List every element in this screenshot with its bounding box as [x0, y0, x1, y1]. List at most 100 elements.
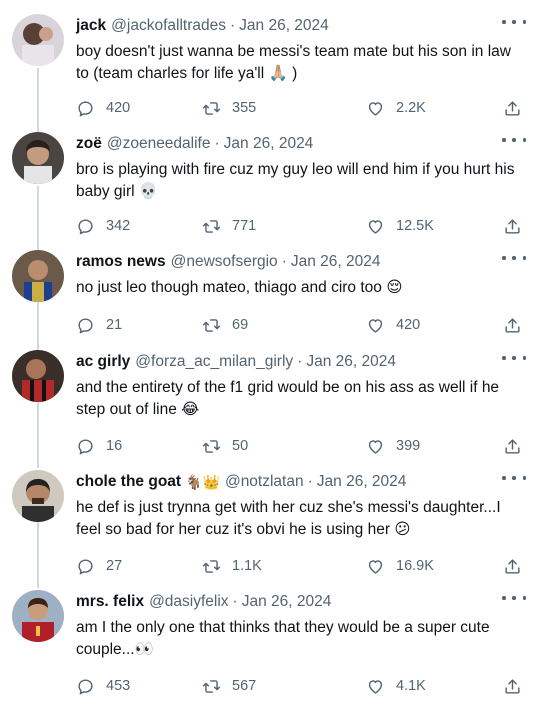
tweet-header: jack @jackofalltrades · Jan 26, 2024 — [76, 14, 329, 38]
more-options-icon[interactable] — [502, 250, 526, 266]
like-button[interactable]: 4.1K — [366, 674, 426, 698]
tweet-date[interactable]: Jan 26, 2024 — [306, 353, 396, 371]
share-button[interactable] — [503, 313, 522, 337]
like-button[interactable]: 399 — [366, 434, 420, 458]
avatar[interactable] — [12, 590, 64, 642]
tweet-date[interactable]: Jan 26, 2024 — [224, 135, 314, 153]
reply-count: 420 — [106, 100, 131, 116]
display-name[interactable]: zoë — [76, 135, 102, 153]
separator: · — [229, 17, 236, 34]
retweet-count: 567 — [232, 678, 257, 694]
tweet-date[interactable]: Jan 26, 2024 — [317, 473, 407, 491]
tweet-date[interactable]: Jan 26, 2024 — [239, 17, 329, 35]
retweet-icon — [202, 101, 221, 115]
like-count: 4.1K — [396, 678, 426, 694]
user-handle[interactable]: @newsofsergio — [171, 253, 278, 271]
user-handle[interactable]: @dasiyfelix — [149, 593, 228, 611]
tweet-header: ramos news @newsofsergio · Jan 26, 2024 — [76, 250, 380, 274]
retweet-button[interactable]: 50 — [202, 434, 248, 458]
more-options-icon[interactable] — [502, 132, 526, 148]
user-handle[interactable]: @zoeneedalife — [107, 135, 211, 153]
tweet-actions: 342 771 12.5K — [76, 214, 526, 238]
more-options-icon[interactable] — [502, 470, 526, 486]
display-name[interactable]: jack — [76, 17, 106, 35]
display-name[interactable]: ac girly — [76, 353, 130, 371]
avatar[interactable] — [12, 132, 64, 184]
like-count: 399 — [396, 438, 421, 454]
more-options-icon[interactable] — [502, 14, 526, 30]
like-button[interactable]: 12.5K — [366, 214, 434, 238]
reply-button[interactable]: 453 — [76, 674, 130, 698]
avatar[interactable] — [12, 250, 64, 302]
retweet-button[interactable]: 771 — [202, 214, 256, 238]
tweet-actions: 21 69 420 — [76, 313, 526, 337]
display-name[interactable]: mrs. felix — [76, 593, 144, 611]
tweet[interactable]: ac girly @forza_ac_milan_girly · Jan 26,… — [0, 350, 540, 460]
tweet-header: ac girly @forza_ac_milan_girly · Jan 26,… — [76, 350, 396, 374]
like-button[interactable]: 420 — [366, 313, 420, 337]
reply-button[interactable]: 420 — [76, 96, 130, 120]
reply-button[interactable]: 21 — [76, 313, 122, 337]
user-handle[interactable]: @forza_ac_milan_girly — [135, 353, 293, 371]
reply-icon — [78, 100, 93, 116]
share-button[interactable] — [503, 96, 522, 120]
reply-button[interactable]: 27 — [76, 554, 122, 578]
tweet-text: boy doesn't just wanna be messi's team m… — [76, 43, 511, 82]
share-button[interactable] — [503, 434, 522, 458]
tweet-date[interactable]: Jan 26, 2024 — [242, 593, 332, 611]
tweet[interactable]: jack @jackofalltrades · Jan 26, 2024 boy… — [0, 14, 540, 124]
tweet-actions: 16 50 399 — [76, 434, 526, 458]
display-name[interactable]: ramos news — [76, 253, 166, 271]
retweet-count: 771 — [232, 218, 257, 234]
tweet-text: bro is playing with fire cuz my guy leo … — [76, 161, 515, 200]
display-name[interactable]: chole the goat — [76, 473, 181, 491]
tweet-text: no just leo though mateo, thiago and cir… — [76, 279, 403, 296]
reply-button[interactable]: 16 — [76, 434, 122, 458]
reply-count: 342 — [106, 218, 131, 234]
user-handle[interactable]: @jackofalltrades — [111, 17, 226, 35]
like-button[interactable]: 2.2K — [366, 96, 426, 120]
separator: · — [214, 135, 220, 152]
reply-icon — [78, 678, 93, 694]
retweet-button[interactable]: 355 — [202, 96, 256, 120]
like-icon — [368, 439, 383, 454]
user-handle[interactable]: @notzlatan — [225, 473, 304, 491]
separator: · — [281, 253, 287, 270]
tweet-actions: 453 567 4.1K — [76, 674, 526, 698]
reply-icon — [78, 317, 93, 333]
retweet-button[interactable]: 69 — [202, 313, 248, 337]
retweet-icon — [202, 559, 221, 573]
like-button[interactable]: 16.9K — [366, 554, 434, 578]
share-icon — [505, 317, 520, 333]
tweet-date[interactable]: Jan 26, 2024 — [291, 253, 381, 271]
tweet-text: he def is just trynna get with her cuz s… — [76, 499, 501, 538]
share-button[interactable] — [503, 674, 522, 698]
retweet-icon — [202, 318, 221, 332]
avatar[interactable] — [12, 14, 64, 66]
separator: · — [307, 473, 313, 490]
share-button[interactable] — [503, 214, 522, 238]
tweet-header: zoë @zoeneedalife · Jan 26, 2024 — [76, 132, 313, 156]
tweet[interactable]: chole the goat 🐐👑 @notzlatan · Jan 26, 2… — [0, 470, 540, 580]
like-count: 420 — [396, 317, 421, 333]
more-options-icon[interactable] — [502, 590, 526, 606]
like-icon — [368, 559, 383, 574]
more-options-icon[interactable] — [502, 350, 526, 366]
reply-count: 21 — [106, 317, 123, 333]
reply-button[interactable]: 342 — [76, 214, 130, 238]
tweet[interactable]: ramos news @newsofsergio · Jan 26, 2024 … — [0, 250, 540, 340]
reply-icon — [78, 558, 93, 574]
tweet[interactable]: mrs. felix @dasiyfelix · Jan 26, 2024 am… — [0, 590, 540, 700]
retweet-count: 69 — [232, 317, 249, 333]
like-icon — [368, 219, 383, 234]
retweet-button[interactable]: 567 — [202, 674, 256, 698]
avatar[interactable] — [12, 350, 64, 402]
retweet-count: 1.1K — [232, 558, 262, 574]
tweet[interactable]: zoë @zoeneedalife · Jan 26, 2024 bro is … — [0, 132, 540, 242]
avatar[interactable] — [12, 470, 64, 522]
share-button[interactable] — [503, 554, 522, 578]
like-icon — [368, 318, 383, 333]
retweet-icon — [202, 679, 221, 693]
share-icon — [505, 218, 520, 234]
retweet-button[interactable]: 1.1K — [202, 554, 262, 578]
